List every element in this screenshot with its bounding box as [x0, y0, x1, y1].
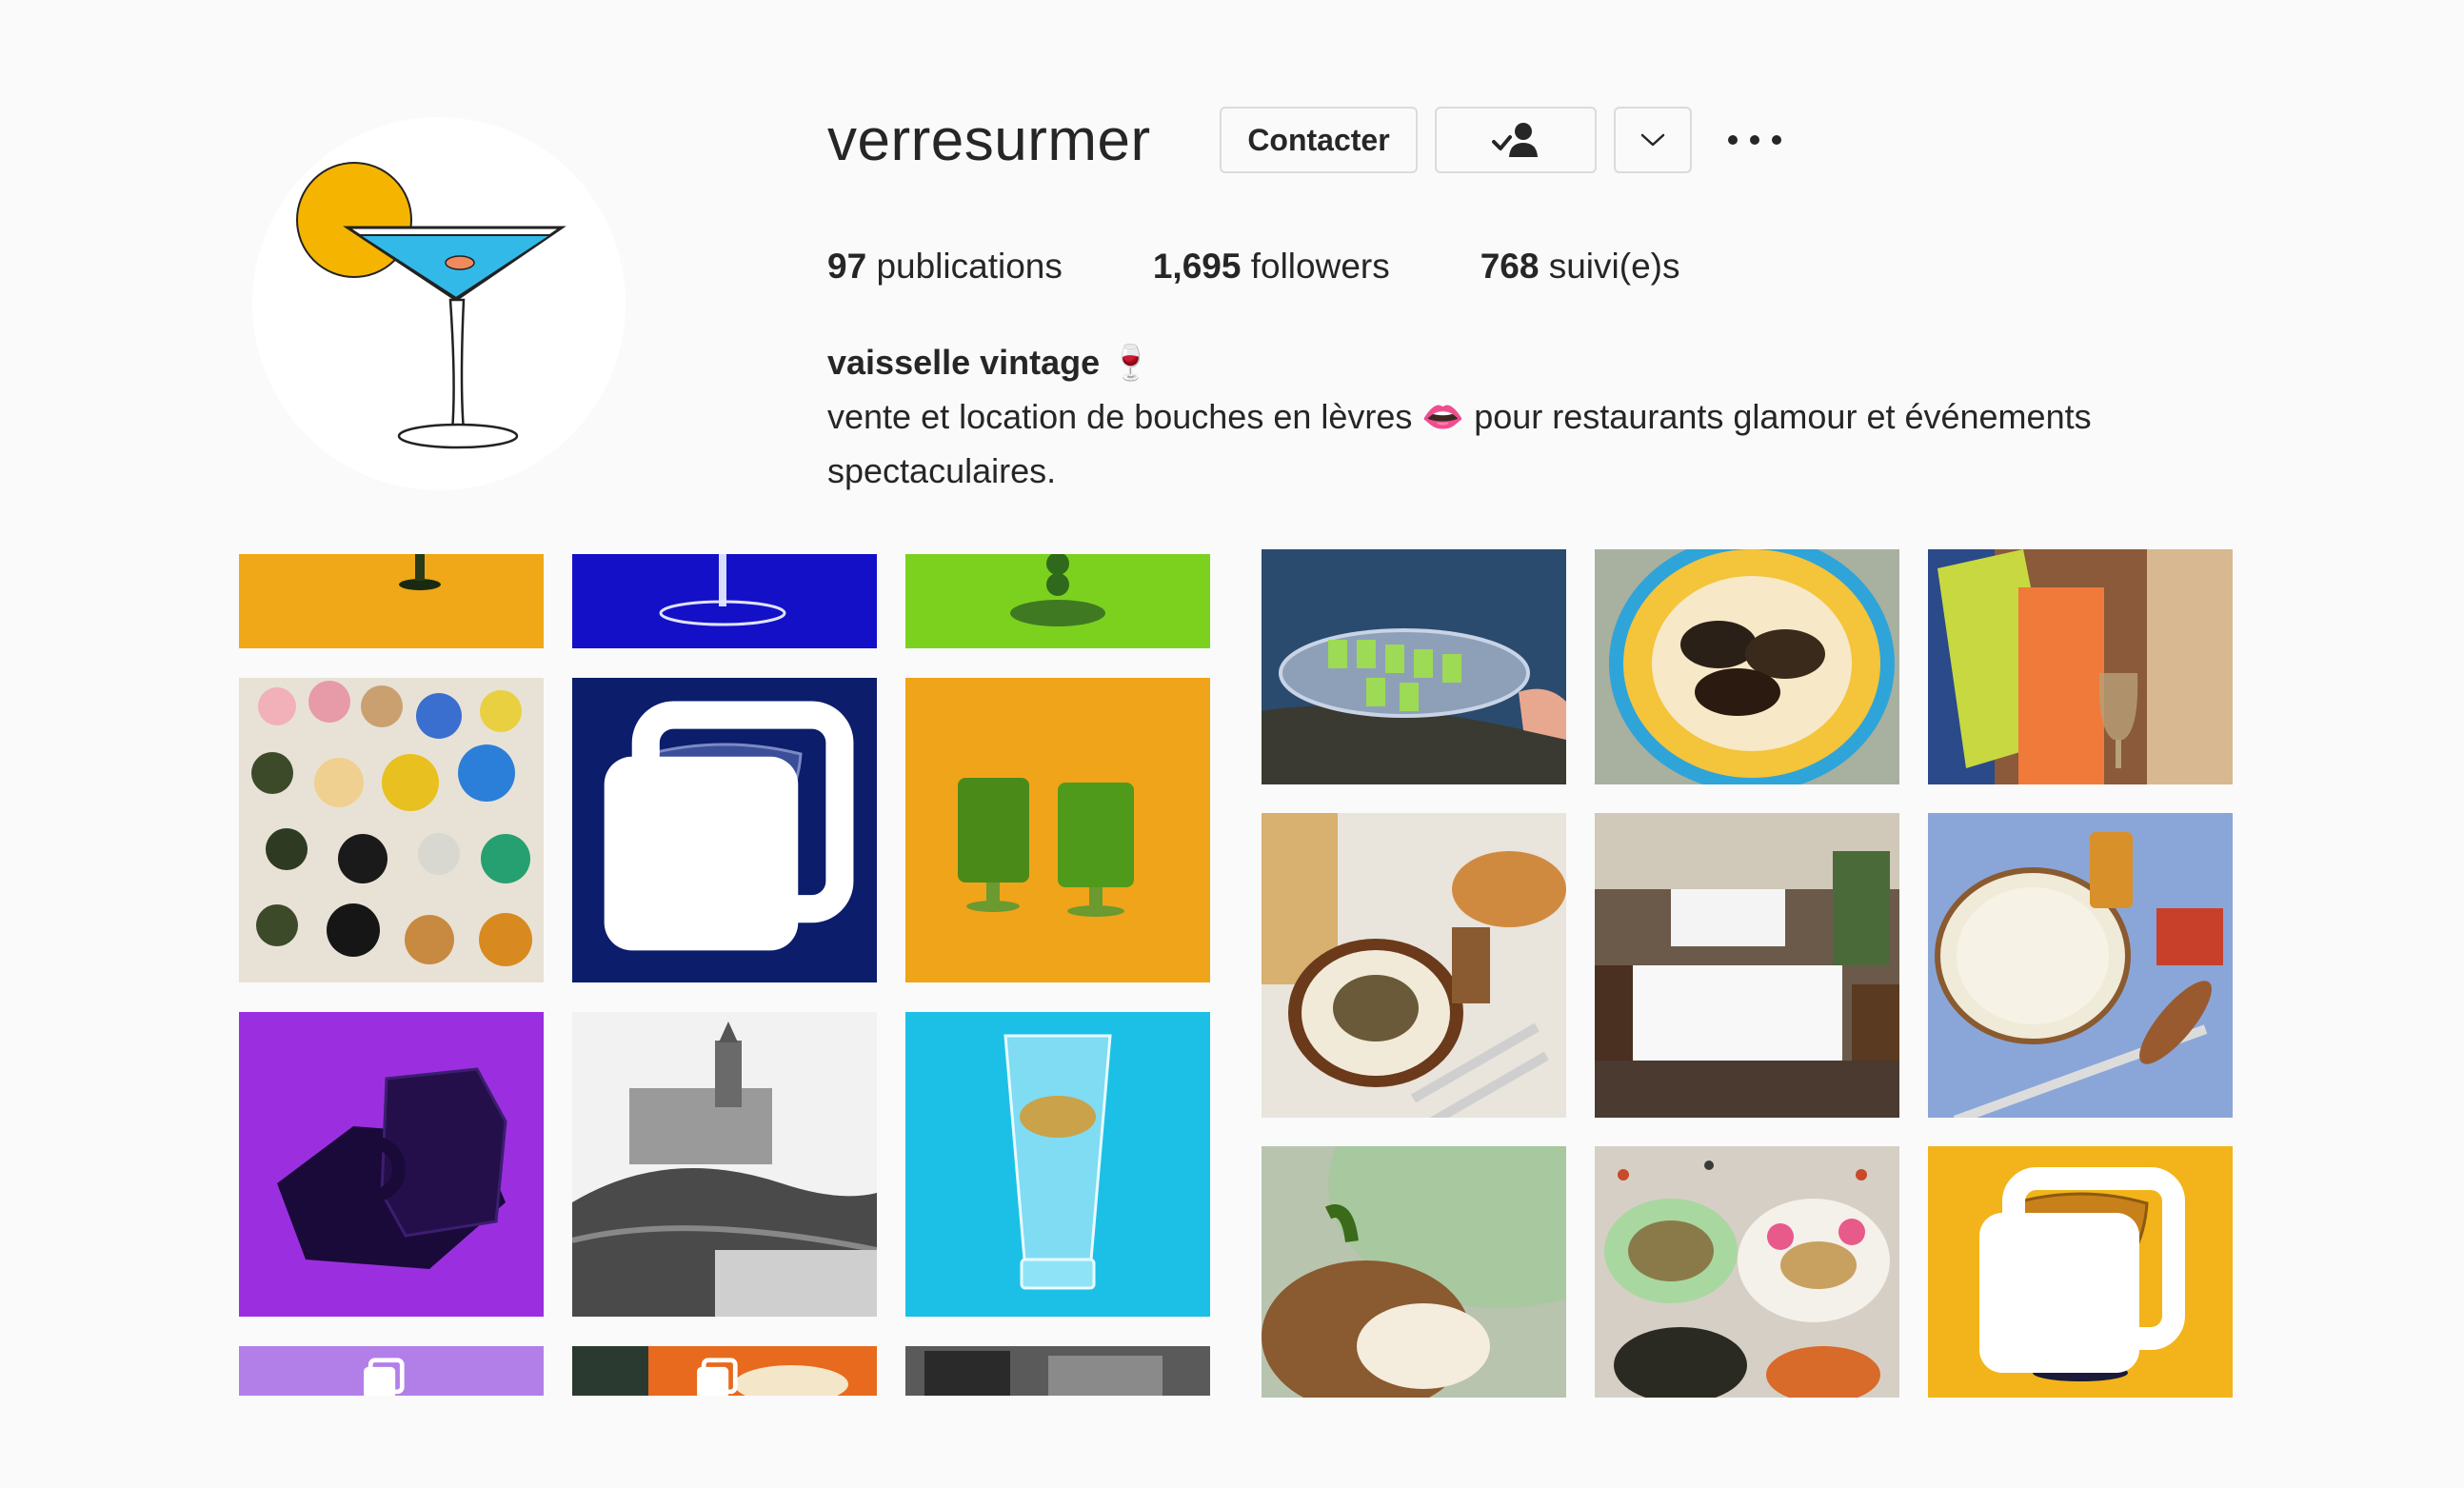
profile-username: verresurmer [827, 108, 1151, 173]
post-grid-left [239, 554, 1210, 1396]
following-button[interactable] [1435, 107, 1597, 173]
dot-icon [1728, 135, 1738, 145]
profile-stats: 97 publications 1,695 followers 768 suiv… [827, 240, 1770, 293]
more-options-icon[interactable] [1728, 120, 1781, 160]
post-image [905, 1346, 1210, 1396]
post-image [572, 1012, 877, 1317]
post-tile[interactable] [1595, 813, 1899, 1118]
profile-avatar[interactable] [252, 117, 626, 490]
contact-button[interactable]: Contacter [1220, 107, 1418, 173]
post-tile[interactable] [239, 554, 544, 648]
bio-line: vente et location de bouches en lèvres 👄… [827, 397, 2092, 436]
post-image [905, 554, 1210, 648]
post-tile[interactable] [1928, 549, 2233, 784]
carousel-icon [364, 1358, 405, 1396]
post-grid-right [1262, 549, 2233, 1398]
post-tile[interactable] [1262, 813, 1566, 1118]
stat-label: suivi(e)s [1548, 247, 1680, 286]
carousel-icon [604, 701, 854, 951]
post-tile[interactable] [572, 1346, 877, 1396]
post-image [1595, 1146, 1899, 1398]
post-tile[interactable] [572, 1012, 877, 1317]
post-tile[interactable] [905, 1012, 1210, 1317]
post-tile[interactable] [905, 554, 1210, 648]
post-image [239, 554, 544, 648]
post-tile[interactable] [1595, 549, 1899, 784]
post-image [1928, 813, 2233, 1118]
following-check-icon [1492, 123, 1538, 157]
post-tile[interactable] [1262, 1146, 1566, 1398]
stat-count: 1,695 [1152, 247, 1242, 286]
bio-line: spectaculaires. [827, 451, 1057, 490]
post-image [905, 1012, 1210, 1317]
chevron-down-icon [1640, 133, 1665, 147]
post-image [1595, 549, 1899, 784]
post-image [1595, 813, 1899, 1118]
stat-count: 768 [1480, 247, 1540, 286]
post-tile[interactable] [239, 1012, 544, 1317]
bio-name: vaisselle vintage 🍷 [827, 343, 1152, 382]
post-tile[interactable] [905, 1346, 1210, 1396]
post-tile[interactable] [1595, 1146, 1899, 1398]
stat-count: 97 [827, 247, 867, 286]
post-tile[interactable] [572, 678, 877, 982]
stat-label: followers [1250, 247, 1390, 286]
post-tile[interactable] [572, 554, 877, 648]
post-image [1262, 813, 1566, 1118]
suggestions-dropdown-button[interactable] [1614, 107, 1692, 173]
post-image [1262, 1146, 1566, 1398]
dot-icon [1750, 135, 1759, 145]
post-tile[interactable] [1928, 1146, 2233, 1398]
post-image [572, 554, 877, 648]
post-image [1262, 549, 1566, 784]
stat-following[interactable]: 768 suivi(e)s [1480, 240, 1680, 293]
profile-bio: vaisselle vintage 🍷 vente et location de… [827, 335, 2217, 498]
post-image [905, 678, 1210, 982]
stat-publications: 97 publications [827, 240, 1063, 293]
post-tile[interactable] [905, 678, 1210, 982]
post-tile[interactable] [239, 1346, 544, 1396]
dot-icon [1772, 135, 1781, 145]
carousel-icon [697, 1358, 738, 1396]
stat-followers[interactable]: 1,695 followers [1153, 240, 1390, 293]
post-image [1928, 549, 2233, 784]
post-image [239, 678, 544, 982]
post-tile[interactable] [239, 678, 544, 982]
post-image [239, 1012, 544, 1317]
carousel-icon [1979, 1167, 2185, 1373]
post-tile[interactable] [1262, 549, 1566, 784]
martini-glass-icon [296, 162, 566, 449]
post-tile[interactable] [1928, 813, 2233, 1118]
stat-label: publications [876, 247, 1063, 286]
